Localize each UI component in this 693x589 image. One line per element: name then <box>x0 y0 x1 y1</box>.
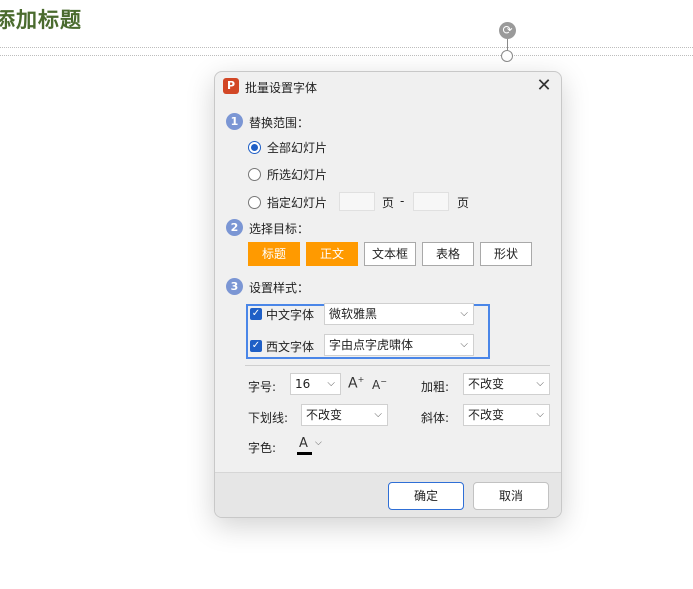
bold-select[interactable]: 不改变 ⌵ <box>463 373 550 395</box>
radio-specified-slides-label[interactable]: 指定幻灯片 <box>267 194 327 211</box>
increase-font-glyph: A <box>348 375 358 392</box>
chevron-down-icon: ⌵ <box>315 438 322 448</box>
font-color-swatch <box>297 452 312 455</box>
increase-font-size-icon[interactable]: A+ <box>348 375 364 392</box>
page-unit-label: 页 <box>382 196 395 210</box>
italic-label: 斜体: <box>421 411 450 425</box>
font-color-icon: A <box>299 436 308 451</box>
radio-all-slides-label[interactable]: 全部幻灯片 <box>267 139 327 156</box>
app-logo-icon: P <box>223 78 239 94</box>
font-color-label: 字色: <box>248 441 277 455</box>
dialog-footer: 确定 取消 <box>215 472 561 517</box>
chevron-down-icon: ⌵ <box>460 308 468 319</box>
batch-font-dialog: P 批量设置字体 ✕ 1 替换范围： 全部幻灯片 所选幻灯片 指定幻灯片 页 -… <box>214 71 562 518</box>
font-size-select[interactable]: 16 ⌵ <box>290 373 341 395</box>
radio-selected-slides-label[interactable]: 所选幻灯片 <box>267 166 327 183</box>
resize-handle[interactable] <box>501 50 513 62</box>
slide-title-text: 添加标题 <box>0 8 82 32</box>
chevron-down-icon: ⌵ <box>460 339 468 350</box>
step-1-badge: 1 <box>226 113 243 130</box>
bold-value: 不改变 <box>468 377 505 391</box>
cn-font-checkbox[interactable]: ✓ <box>250 308 262 320</box>
chevron-down-icon: ⌵ <box>536 409 544 420</box>
ok-button[interactable]: 确定 <box>388 482 464 510</box>
font-size-label: 字号: <box>248 380 277 394</box>
chevron-down-icon: ⌵ <box>374 409 382 420</box>
en-font-label: 西文字体 <box>266 340 315 354</box>
en-font-value: 字由点字虎啸体 <box>329 338 414 352</box>
en-font-checkbox[interactable]: ✓ <box>250 340 262 352</box>
target-shape-button[interactable]: 形状 <box>480 242 532 266</box>
close-icon[interactable]: ✕ <box>536 77 552 95</box>
step-3-badge: 3 <box>226 278 243 295</box>
section-divider <box>245 365 550 366</box>
page-dash: - <box>400 194 405 208</box>
dialog-title: 批量设置字体 <box>245 81 318 95</box>
radio-specified-slides[interactable] <box>248 196 261 209</box>
section-range-label: 替换范围： <box>249 116 310 130</box>
font-color-picker[interactable]: A ⌵ <box>297 436 327 455</box>
dialog-titlebar: P 批量设置字体 ✕ <box>215 72 561 102</box>
section-target-label: 选择目标： <box>249 222 310 236</box>
cancel-button[interactable]: 取消 <box>473 482 549 510</box>
rotate-handle-icon[interactable]: ⟳ <box>499 22 516 39</box>
slide-title: 添加标题 <box>0 4 82 34</box>
italic-value: 不改变 <box>468 408 505 422</box>
step-2-badge: 2 <box>226 219 243 236</box>
page-from-input[interactable] <box>339 192 375 211</box>
section-style-label: 设置样式： <box>249 281 310 295</box>
underline-label: 下划线: <box>248 411 289 425</box>
target-textbox-button[interactable]: 文本框 <box>364 242 416 266</box>
decrease-font-glyph: A <box>372 378 381 392</box>
cn-font-select[interactable]: 微软雅黑 ⌵ <box>324 303 474 325</box>
cn-font-label: 中文字体 <box>266 308 315 322</box>
target-title-button[interactable]: 标题 <box>248 242 300 266</box>
radio-selected-slides[interactable] <box>248 168 261 181</box>
en-font-select[interactable]: 字由点字虎啸体 ⌵ <box>324 334 474 356</box>
cn-font-value: 微软雅黑 <box>329 307 378 321</box>
italic-select[interactable]: 不改变 ⌵ <box>463 404 550 426</box>
target-table-button[interactable]: 表格 <box>422 242 474 266</box>
target-body-button[interactable]: 正文 <box>306 242 358 266</box>
underline-value: 不改变 <box>306 408 343 422</box>
underline-select[interactable]: 不改变 ⌵ <box>301 404 388 426</box>
bold-label: 加粗: <box>421 380 450 394</box>
radio-all-slides[interactable] <box>248 141 261 154</box>
page-to-input[interactable] <box>413 192 449 211</box>
chevron-down-icon: ⌵ <box>327 378 335 389</box>
decrease-font-size-icon[interactable]: A− <box>372 377 387 392</box>
chevron-down-icon: ⌵ <box>536 378 544 389</box>
font-size-value: 16 <box>295 377 311 391</box>
slide-placeholder-border <box>0 47 693 56</box>
page-unit-label-2: 页 <box>457 196 470 210</box>
